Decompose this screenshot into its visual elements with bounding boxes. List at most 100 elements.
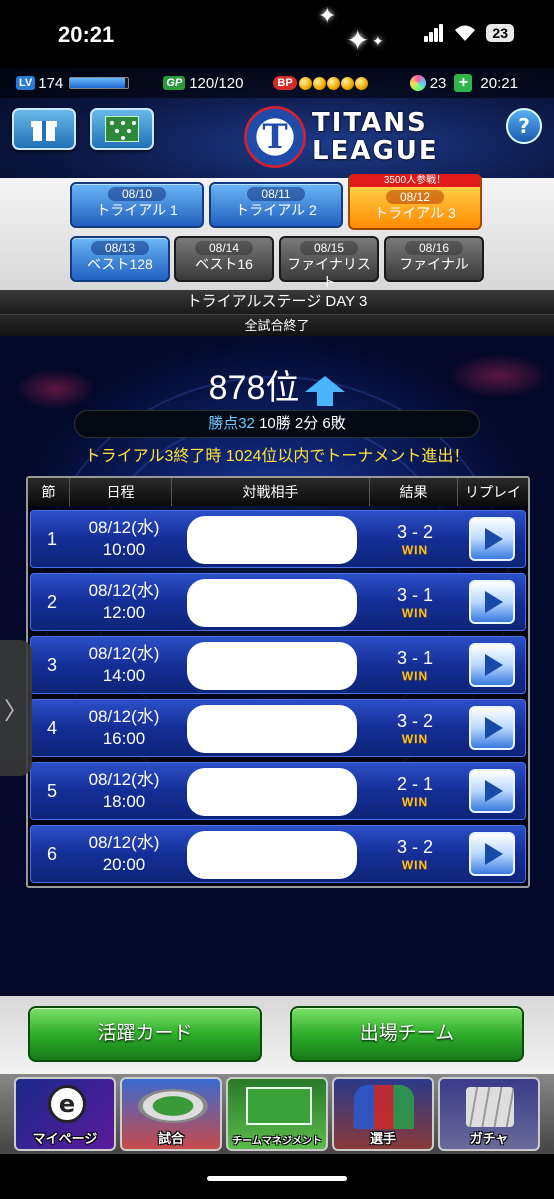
rank-up-arrow-icon (305, 376, 346, 407)
replay-play-button[interactable] (469, 643, 515, 687)
gp-value: 120/120 (189, 74, 244, 92)
round-number: 1 (46, 528, 57, 549)
rank-value: 878位 (208, 369, 300, 407)
active-cards-button[interactable]: 活躍カード (28, 1006, 262, 1062)
table-row: 3 08/12(水) 14:00 3 - 1 WIN (30, 636, 526, 694)
nav-team-management[interactable]: チームマネジメント (226, 1077, 328, 1151)
tab-label: ベスト128 (87, 256, 153, 272)
match-score: 3 - 2 (396, 521, 434, 542)
replay-play-button[interactable] (469, 580, 515, 624)
nav-players[interactable]: 選手 (332, 1077, 434, 1151)
home-gesture-bar[interactable] (207, 1176, 347, 1181)
nav-gacha[interactable]: ガチャ (438, 1077, 540, 1151)
match-datetime: 08/12(水) 18:00 (73, 769, 175, 813)
nav-mypage[interactable]: e マイページ (14, 1077, 116, 1151)
opponent-cell (175, 510, 371, 568)
stamina-timer: 20:21 (480, 74, 518, 92)
wifi-icon (455, 25, 476, 41)
bp-dot (326, 76, 340, 90)
match-outcome: WIN (401, 794, 429, 809)
replay-play-button[interactable] (469, 832, 515, 876)
help-button[interactable]: ? (506, 108, 542, 144)
stage-tab[interactable]: 08/15 ファイナリスト (279, 236, 379, 290)
action-bar: 活躍カード 出場チーム (0, 996, 554, 1074)
points: 勝点32 (208, 415, 255, 432)
match-date: 08/12(水) (88, 833, 160, 852)
replay-play-button[interactable] (469, 769, 515, 813)
stage-tab[interactable]: 08/13 ベスト128 (70, 236, 170, 282)
match-time: 10:00 (102, 540, 146, 559)
stage-tab[interactable]: 08/11 トライアル 2 (209, 182, 343, 228)
stadium-icon (138, 1089, 208, 1123)
gift-button[interactable] (12, 108, 76, 150)
replay-cell (459, 580, 525, 624)
nav-label: チームマネジメント (232, 1136, 322, 1147)
status-icons: 23 (424, 24, 514, 42)
add-coin-button[interactable]: + (454, 74, 473, 92)
bp-tag: BP (273, 76, 297, 90)
bp-dot (354, 76, 368, 90)
bp-dot (298, 76, 312, 90)
tab-date: 08/12 (385, 190, 445, 204)
formation-icon (105, 116, 139, 142)
result-cell: 3 - 1 WIN (371, 585, 459, 620)
tab-label: ベスト16 (195, 256, 253, 272)
game-header: LV 174 GP 120/120 BP 23 + 20:21 T TITANS… (0, 68, 554, 178)
formation-button[interactable] (90, 108, 154, 150)
nav-match[interactable]: 試合 (120, 1077, 222, 1151)
table-row: 5 08/12(水) 18:00 2 - 1 WIN (30, 762, 526, 820)
table-row: 4 08/12(水) 16:00 3 - 2 WIN (30, 699, 526, 757)
match-outcome: WIN (401, 542, 429, 557)
tab-label: トライアル 2 (235, 202, 317, 218)
round-number: 6 (46, 843, 57, 864)
match-time: 12:00 (102, 603, 146, 622)
tab-date: 08/15 (299, 241, 359, 255)
stage-tab[interactable]: 08/14 ベスト16 (174, 236, 274, 282)
match-score: 3 - 1 (396, 584, 434, 605)
match-datetime: 08/12(水) 14:00 (73, 643, 175, 687)
sparkle-effect: ✦ (318, 4, 337, 29)
match-date: 08/12(水) (88, 770, 160, 789)
tab-date: 08/14 (194, 241, 254, 255)
nav-label: 選手 (369, 1131, 396, 1146)
header-opponent: 対戦相手 (172, 478, 370, 506)
logo-text: TITANS LEAGUE (312, 108, 439, 166)
redacted-opponent (187, 768, 357, 816)
bottom-nav: e マイページ 試合 チームマネジメント 選手 ガチャ (0, 1074, 554, 1154)
xp-bar (69, 77, 130, 89)
table-header: 節 日程 対戦相手 結果 リプレイ (28, 478, 528, 506)
match-outcome: WIN (401, 731, 429, 746)
match-outcome: WIN (401, 668, 429, 683)
sparkle-effect: ✦ (346, 24, 370, 57)
header-replay: リプレイ (465, 484, 521, 500)
match-score: 3 - 2 (396, 710, 434, 731)
bp-dot (340, 76, 354, 90)
replay-play-button[interactable] (469, 706, 515, 750)
replay-cell (459, 643, 525, 687)
side-drawer-handle[interactable]: 〉 (0, 640, 32, 776)
clock: 20:21 (58, 22, 115, 47)
replay-play-button[interactable] (469, 517, 515, 561)
players-icon (354, 1085, 414, 1129)
opponent-cell (175, 762, 371, 820)
bp-gauge (298, 76, 368, 90)
sparkle-effect: ✦ (372, 34, 384, 50)
header-result: 結果 (370, 478, 458, 506)
nav-label: マイページ (32, 1131, 98, 1146)
entry-team-button[interactable]: 出場チーム (290, 1006, 524, 1062)
round-number: 3 (46, 654, 57, 675)
stage-tab[interactable]: 08/10 トライアル 1 (70, 182, 204, 228)
xp-bar-fill (70, 78, 126, 88)
match-record: 勝点32 10勝 2分 6敗 (74, 410, 480, 438)
match-score: 3 - 2 (396, 836, 434, 857)
level-tag: LV (16, 76, 36, 90)
bp-dot (312, 76, 326, 90)
advancement-notice: トライアル3終了時 1024位以内でトーナメント進出！ (84, 448, 470, 465)
match-score: 2 - 1 (396, 773, 434, 794)
match-score: 3 - 1 (396, 647, 434, 668)
header-date: 日程 (70, 478, 172, 506)
match-datetime: 08/12(水) 16:00 (73, 706, 175, 750)
stage-tab[interactable]: 08/16 ファイナル (384, 236, 484, 282)
stage-tab[interactable]: 3500人参戦！ 08/12 トライアル 3 (348, 174, 482, 230)
match-datetime: 08/12(水) 12:00 (73, 580, 175, 624)
